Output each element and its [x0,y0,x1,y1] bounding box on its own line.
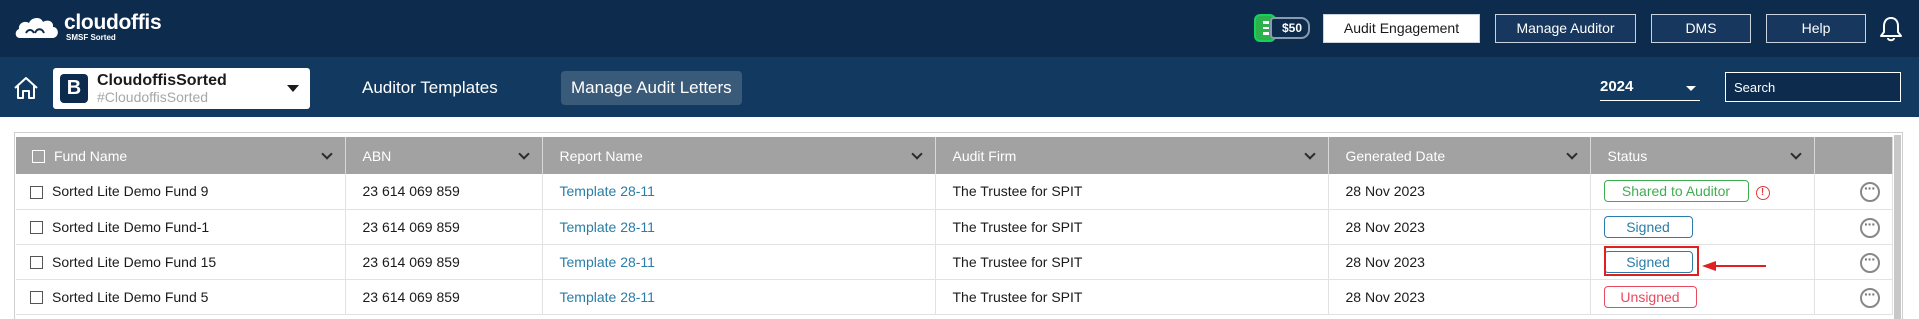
chevron-down-icon[interactable] [517,148,530,160]
annotation-highlight-box [1604,246,1699,276]
chevron-down-icon[interactable] [1565,148,1578,160]
audit-firm-cell: The Trustee for SPIT [935,279,1329,314]
report-link[interactable]: Template 28-11 [560,219,655,235]
caret-down-icon [287,85,299,92]
warning-icon[interactable]: ! [1755,185,1770,200]
top-bar: cloudoffis SMSF Sorted $50 Audit Engagem… [0,0,1919,57]
report-link[interactable]: Template 28-11 [560,183,655,199]
col-audit-firm[interactable]: Audit Firm [935,137,1329,174]
credit-balance[interactable]: $50 [1254,14,1310,42]
status-badge[interactable]: Unsigned [1603,285,1697,308]
row-checkbox[interactable] [30,221,43,235]
report-link[interactable]: Template 28-11 [560,289,655,305]
year-value: 2024 [1600,78,1634,95]
secondary-nav-bar: B CloudoffisSorted #CloudoffisSorted Aud… [0,57,1919,117]
chevron-down-icon[interactable] [320,148,333,160]
chevron-down-icon[interactable] [1303,148,1316,160]
home-icon[interactable] [13,76,39,100]
logo[interactable]: cloudoffis SMSF Sorted [14,10,162,42]
manage-auditor-button[interactable]: Manage Auditor [1495,14,1636,43]
search-input[interactable] [1725,72,1901,102]
nav-manage-audit-letters[interactable]: Manage Audit Letters [561,71,742,105]
status-badge[interactable]: Shared to Auditor [1603,180,1749,203]
year-select[interactable]: 2024 [1600,73,1700,101]
chevron-down-icon[interactable] [1789,148,1802,160]
fund-name-cell: Sorted Lite Demo Fund 9 [52,183,209,200]
more-options-icon[interactable]: ··· [1859,287,1880,308]
row-checkbox[interactable] [30,291,43,305]
generated-date-cell: 28 Nov 2023 [1328,279,1591,314]
cloud-logo-icon [15,17,58,38]
abn-cell: 23 614 069 859 [345,279,543,314]
table-row[interactable]: Sorted Lite Demo Fund 5 23 614 069 859 T… [16,279,1893,314]
annotation-arrow-icon [1702,261,1766,271]
fund-name-cell: Sorted Lite Demo Fund 5 [52,288,209,305]
chevron-down-icon[interactable] [910,148,923,160]
abn-cell: 23 614 069 859 [345,174,543,209]
col-fund-name[interactable]: Fund Name [16,137,346,174]
row-checkbox[interactable] [30,256,43,270]
dms-button[interactable]: DMS [1651,14,1751,43]
audit-firm-cell: The Trustee for SPIT [935,174,1329,209]
fund-code: #CloudoffisSorted [97,89,209,105]
more-options-icon[interactable]: ··· [1859,181,1880,203]
audit-engagement-button[interactable]: Audit Engagement [1323,14,1480,43]
notification-bell-icon[interactable] [1879,16,1903,42]
nav-auditor-templates[interactable]: Auditor Templates [352,71,508,105]
col-report-name[interactable]: Report Name [542,137,936,174]
generated-date-cell: 28 Nov 2023 [1328,244,1591,279]
col-actions [1814,137,1893,174]
table-row[interactable]: Sorted Lite Demo Fund 9 23 614 069 859 T… [16,174,1893,209]
brand-name: cloudoffis [64,10,162,34]
status-badge[interactable]: Signed [1603,215,1693,238]
help-button[interactable]: Help [1766,14,1866,43]
audit-letters-table: Fund Name ABN Report Name Audit Firm Gen… [16,137,1893,315]
abn-cell: 23 614 069 859 [345,209,543,244]
row-checkbox[interactable] [30,186,43,200]
col-abn[interactable]: ABN [345,137,543,174]
credit-amount: $50 [1270,17,1310,39]
report-link[interactable]: Template 28-11 [560,254,655,270]
more-options-icon[interactable]: ··· [1859,217,1880,238]
col-status[interactable]: Status [1590,137,1815,174]
audit-firm-cell: The Trustee for SPIT [935,244,1329,279]
generated-date-cell: 28 Nov 2023 [1328,209,1591,244]
fund-selector[interactable]: B CloudoffisSorted #CloudoffisSorted [53,68,310,109]
col-generated-date[interactable]: Generated Date [1328,137,1591,174]
fund-name: CloudoffisSorted [97,72,227,89]
abn-cell: 23 614 069 859 [345,244,543,279]
generated-date-cell: 28 Nov 2023 [1328,174,1591,209]
select-all-checkbox[interactable] [32,150,45,164]
fund-badge: B [60,74,88,103]
vertical-scrollbar[interactable] [1894,135,1901,319]
fund-name-cell: Sorted Lite Demo Fund 15 [52,253,217,270]
brand-subtitle: SMSF Sorted [66,32,116,42]
caret-down-icon [1686,86,1696,91]
fund-name-cell: Sorted Lite Demo Fund-1 [52,218,210,235]
audit-firm-cell: The Trustee for SPIT [935,209,1329,244]
table-row[interactable]: Sorted Lite Demo Fund-1 23 614 069 859 T… [16,209,1893,244]
table-header-row: Fund Name ABN Report Name Audit Firm Gen… [16,137,1893,174]
